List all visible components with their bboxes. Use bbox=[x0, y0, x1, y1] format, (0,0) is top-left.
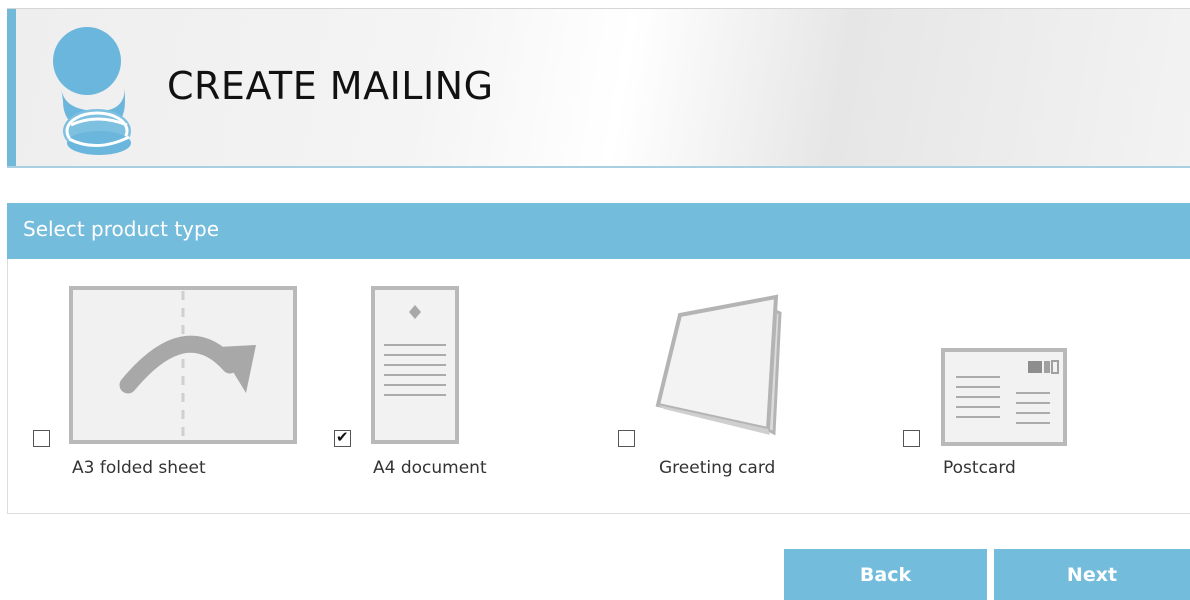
header-accent-bar bbox=[7, 9, 16, 166]
checkbox-a4-document[interactable]: ✔ bbox=[334, 428, 351, 447]
next-button[interactable]: Next bbox=[994, 549, 1190, 600]
label-greeting-card: Greeting card bbox=[659, 458, 776, 478]
postcard-icon[interactable] bbox=[940, 347, 1068, 447]
panel-title: Select product type bbox=[23, 217, 220, 241]
greeting-card-icon[interactable] bbox=[650, 293, 790, 443]
page-header: CREATE MAILING bbox=[7, 8, 1190, 168]
document-icon[interactable] bbox=[370, 285, 460, 445]
label-postcard: Postcard bbox=[943, 458, 1016, 478]
check-mark-icon: ✔ bbox=[336, 428, 349, 446]
folded-sheet-arrow-icon[interactable] bbox=[68, 285, 298, 445]
product-type-panel: Select product type A3 folded sheet ✔ A4… bbox=[7, 203, 1190, 514]
checkbox-greeting-card[interactable] bbox=[618, 430, 635, 447]
label-a4-document: A4 document bbox=[373, 458, 487, 478]
blue-stamp-icon bbox=[53, 27, 131, 155]
label-a3-folded-sheet: A3 folded sheet bbox=[72, 458, 206, 478]
page-title: CREATE MAILING bbox=[167, 64, 494, 108]
checkbox-postcard[interactable] bbox=[903, 430, 920, 447]
panel-title-bar: Select product type bbox=[7, 203, 1190, 259]
checkbox-a3-folded-sheet[interactable] bbox=[33, 430, 50, 447]
back-button[interactable]: Back bbox=[784, 549, 987, 600]
create-mailing-page: CREATE MAILING Select product type A3 fo… bbox=[0, 0, 1190, 600]
